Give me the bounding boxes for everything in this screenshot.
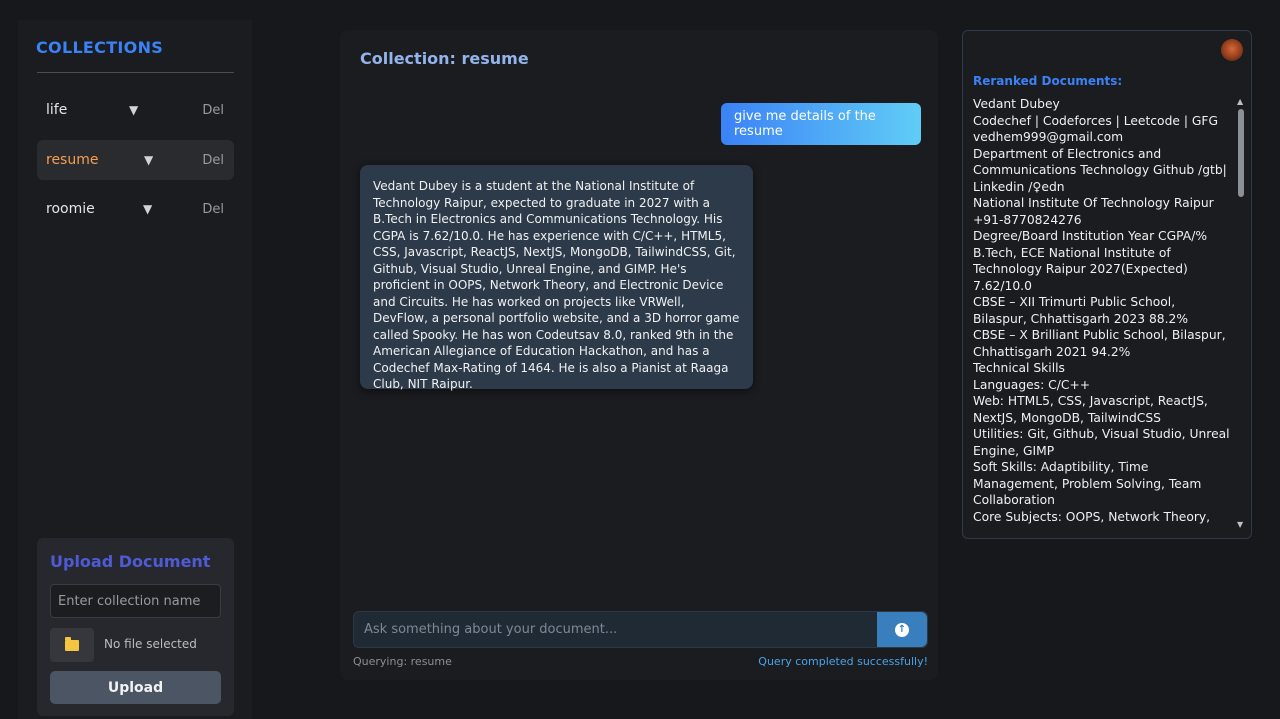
collection-name: life (46, 102, 68, 118)
file-status: No file selected (104, 637, 197, 651)
delete-button[interactable]: Del (202, 103, 224, 118)
sidebar: COLLECTIONS life ▼ Del resume ▼ Del room… (18, 20, 252, 719)
chevron-down-icon[interactable]: ▼ (144, 153, 153, 167)
collection-item-roomie[interactable]: roomie ▼ Del (37, 189, 234, 229)
scroll-thumb[interactable] (1238, 109, 1244, 197)
collection-name: roomie (46, 201, 95, 217)
delete-button[interactable]: Del (202, 153, 224, 168)
arrow-up-icon: ↑ (895, 622, 909, 637)
chevron-down-icon[interactable]: ▼ (129, 103, 138, 117)
collection-item-resume[interactable]: resume ▼ Del (37, 140, 234, 180)
query-input[interactable] (354, 612, 878, 647)
upload-heading: Upload Document (50, 552, 211, 571)
query-bar: ↑ (353, 611, 928, 648)
query-status: Querying: resume (353, 655, 452, 668)
chat-panel: Collection: resume give me details of th… (340, 30, 938, 680)
collections-heading: COLLECTIONS (36, 38, 164, 57)
folder-icon (65, 636, 79, 651)
send-button[interactable]: ↑ (877, 612, 927, 647)
assistant-message: Vedant Dubey is a student at the Nationa… (360, 165, 753, 391)
file-picker-button[interactable] (50, 628, 94, 662)
upload-panel: Upload Document No file selected Upload (37, 538, 234, 716)
chat-title: Collection: resume (360, 49, 529, 68)
collection-name: resume (46, 152, 99, 168)
delete-button[interactable]: Del (202, 202, 224, 217)
user-message: give me details of the resume (721, 103, 921, 145)
query-result-status: Query completed successfully! (758, 655, 928, 668)
reranked-documents-panel: Reranked Documents: Vedant Dubey Codeche… (962, 30, 1252, 539)
docs-content: Vedant Dubey Codechef | Codeforces | Lee… (973, 97, 1230, 524)
collection-name-input[interactable] (50, 584, 221, 618)
docs-heading: Reranked Documents: (973, 74, 1123, 88)
scrollbar[interactable]: ▲ ▼ (1237, 97, 1245, 529)
collection-item-life[interactable]: life ▼ Del (37, 90, 234, 130)
avatar[interactable] (1221, 39, 1243, 61)
divider (37, 72, 234, 73)
scroll-down-icon[interactable]: ▼ (1237, 520, 1243, 529)
upload-button[interactable]: Upload (50, 671, 221, 704)
chevron-down-icon[interactable]: ▼ (143, 202, 152, 216)
scroll-up-icon[interactable]: ▲ (1237, 97, 1243, 106)
